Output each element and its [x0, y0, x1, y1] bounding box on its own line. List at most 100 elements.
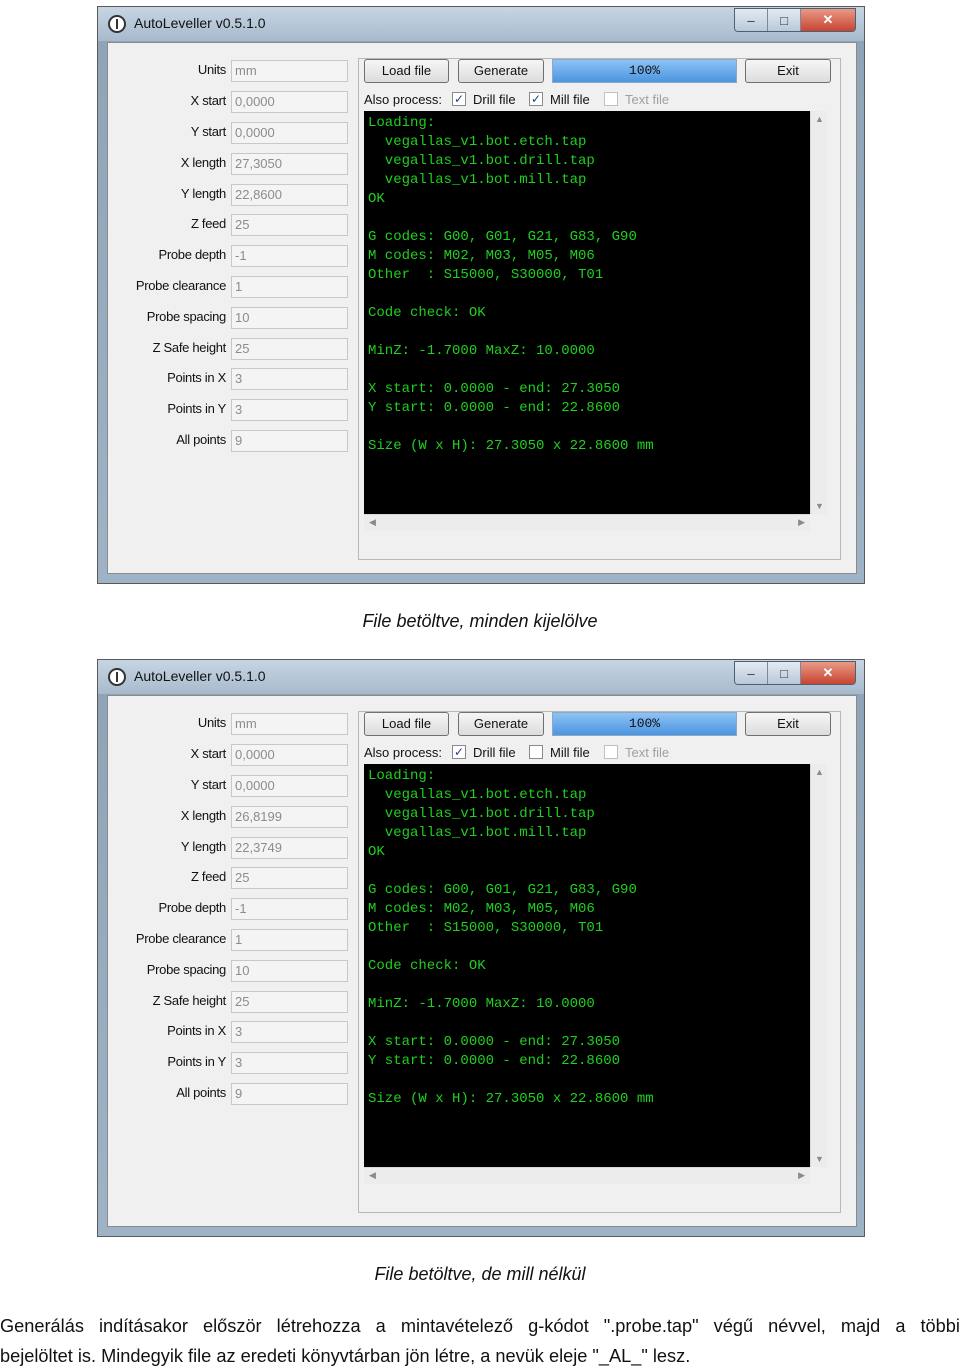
horizontal-scrollbar[interactable]: ◀ ▶	[364, 514, 810, 531]
points-in-y-field[interactable]: 3	[231, 399, 348, 421]
word: mintavételező	[400, 1316, 514, 1336]
all-points-field[interactable]: 9	[231, 1083, 348, 1105]
label-probe-clearance: Probe clearance	[135, 931, 226, 946]
word: a	[375, 1316, 386, 1336]
label-probe-clearance: Probe clearance	[135, 278, 226, 293]
label-y-length: Y length	[180, 839, 226, 854]
client-area: Units mm X start 0,0000 Y start 0,0000 X…	[107, 42, 857, 574]
scroll-up-icon[interactable]: ▲	[815, 114, 824, 124]
drill-file-label: Drill file	[473, 92, 516, 107]
scroll-left-icon[interactable]: ◀	[369, 517, 376, 528]
scroll-down-icon[interactable]: ▼	[815, 501, 824, 511]
scroll-right-icon[interactable]: ▶	[798, 1170, 805, 1181]
z-feed-field[interactable]: 25	[231, 867, 348, 889]
word: ".probe.tap"	[603, 1316, 699, 1336]
title-bar[interactable]: AutoLeveller v0.5.1.0 – □ ✕	[98, 660, 864, 694]
probe-spacing-field[interactable]: 10	[231, 960, 348, 982]
x-start-field[interactable]: 0,0000	[231, 744, 348, 766]
maximize-icon[interactable]: □	[768, 662, 801, 684]
label-x-length: X length	[180, 808, 227, 823]
generate-button[interactable]: Generate	[458, 59, 544, 83]
label-points-in-x: Points in X	[167, 370, 226, 385]
text-file-checkbox	[604, 92, 618, 106]
horizontal-scrollbar[interactable]: ◀ ▶	[364, 1167, 810, 1184]
word: létrehozza	[276, 1316, 361, 1336]
label-probe-spacing: Probe spacing	[146, 309, 227, 324]
load-file-button[interactable]: Load file	[364, 712, 449, 736]
label-probe-depth: Probe depth	[158, 247, 226, 262]
label-y-length: Y length	[180, 186, 226, 201]
y-start-field[interactable]: 0,0000	[231, 775, 348, 797]
all-points-field[interactable]: 9	[231, 430, 348, 452]
units-field[interactable]: mm	[231, 60, 348, 82]
drill-file-label: Drill file	[473, 745, 516, 760]
generate-button[interactable]: Generate	[458, 712, 544, 736]
z-safe-height-field[interactable]: 25	[231, 991, 348, 1013]
caption-2: File betöltve, de mill nélkül	[374, 1264, 586, 1284]
close-icon[interactable]: ✕	[801, 662, 855, 684]
label-all-points: All points	[176, 432, 226, 447]
text-file-label: Text file	[625, 745, 670, 760]
probe-depth-field[interactable]: -1	[231, 245, 348, 267]
word: névvel,	[768, 1316, 826, 1336]
minimize-icon[interactable]: –	[735, 9, 768, 31]
word: indításakor	[98, 1316, 188, 1336]
y-length-field[interactable]: 22,3749	[231, 837, 348, 859]
label-z-safe-height: Z Safe height	[152, 993, 227, 1008]
points-in-x-field[interactable]: 3	[231, 1021, 348, 1043]
window-title: AutoLeveller v0.5.1.0	[134, 668, 266, 684]
scroll-down-icon[interactable]: ▼	[815, 1154, 824, 1164]
window-controls: – □ ✕	[734, 8, 856, 32]
label-units: Units	[197, 715, 226, 730]
probe-clearance-field[interactable]: 1	[231, 276, 348, 298]
exit-button[interactable]: Exit	[745, 59, 831, 83]
scroll-up-icon[interactable]: ▲	[815, 767, 824, 777]
drill-file-checkbox[interactable]: ✓	[452, 745, 466, 759]
vertical-scrollbar[interactable]: ▲ ▼	[810, 764, 827, 1167]
client-area: Units mm X start 0,0000 Y start 0,0000 X…	[107, 695, 857, 1227]
caption-1: File betöltve, minden kijelölve	[362, 611, 598, 631]
drill-file-checkbox[interactable]: ✓	[452, 92, 466, 106]
mill-file-checkbox[interactable]: ✓	[529, 92, 543, 106]
points-in-y-field[interactable]: 3	[231, 1052, 348, 1074]
exit-button[interactable]: Exit	[745, 712, 831, 736]
load-file-button[interactable]: Load file	[364, 59, 449, 83]
minimize-icon[interactable]: –	[735, 662, 768, 684]
z-safe-height-field[interactable]: 25	[231, 338, 348, 360]
points-in-x-field[interactable]: 3	[231, 368, 348, 390]
y-length-field[interactable]: 22,8600	[231, 184, 348, 206]
y-start-field[interactable]: 0,0000	[231, 122, 348, 144]
probe-clearance-field[interactable]: 1	[231, 929, 348, 951]
console-output[interactable]: Loading: vegallas_v1.bot.etch.tap vegall…	[364, 764, 810, 1167]
label-probe-spacing: Probe spacing	[146, 962, 227, 977]
console-output[interactable]: Loading: vegallas_v1.bot.etch.tap vegall…	[364, 111, 810, 514]
vertical-scrollbar[interactable]: ▲ ▼	[810, 111, 827, 514]
scroll-right-icon[interactable]: ▶	[798, 517, 805, 528]
x-length-field[interactable]: 26,8199	[231, 806, 348, 828]
z-feed-field[interactable]: 25	[231, 214, 348, 236]
mill-file-checkbox[interactable]	[529, 745, 543, 759]
x-start-field[interactable]: 0,0000	[231, 91, 348, 113]
label-z-safe-height: Z Safe height	[152, 340, 227, 355]
maximize-icon[interactable]: □	[768, 9, 801, 31]
also-process-label: Also process:	[364, 745, 443, 760]
probe-depth-field[interactable]: -1	[231, 898, 348, 920]
scroll-left-icon[interactable]: ◀	[369, 1170, 376, 1181]
close-icon[interactable]: ✕	[801, 9, 855, 31]
text-file-checkbox	[604, 745, 618, 759]
x-length-field[interactable]: 27,3050	[231, 153, 348, 175]
app-icon	[108, 15, 126, 33]
units-field[interactable]: mm	[231, 713, 348, 735]
probe-spacing-field[interactable]: 10	[231, 307, 348, 329]
text-file-label: Text file	[625, 92, 670, 107]
label-x-start: X start	[190, 746, 227, 761]
label-points-in-y: Points in Y	[167, 401, 226, 416]
word: g-kódot	[528, 1316, 589, 1336]
word: Generálás	[0, 1316, 84, 1336]
label-x-start: X start	[190, 93, 227, 108]
label-z-feed: Z feed	[190, 869, 226, 884]
description-paragraph: Generálás indításakor először létrehozza…	[0, 1311, 960, 1371]
title-bar[interactable]: AutoLeveller v0.5.1.0 – □ ✕	[98, 7, 864, 41]
label-y-start: Y start	[190, 777, 227, 792]
also-process-label: Also process:	[364, 92, 443, 107]
